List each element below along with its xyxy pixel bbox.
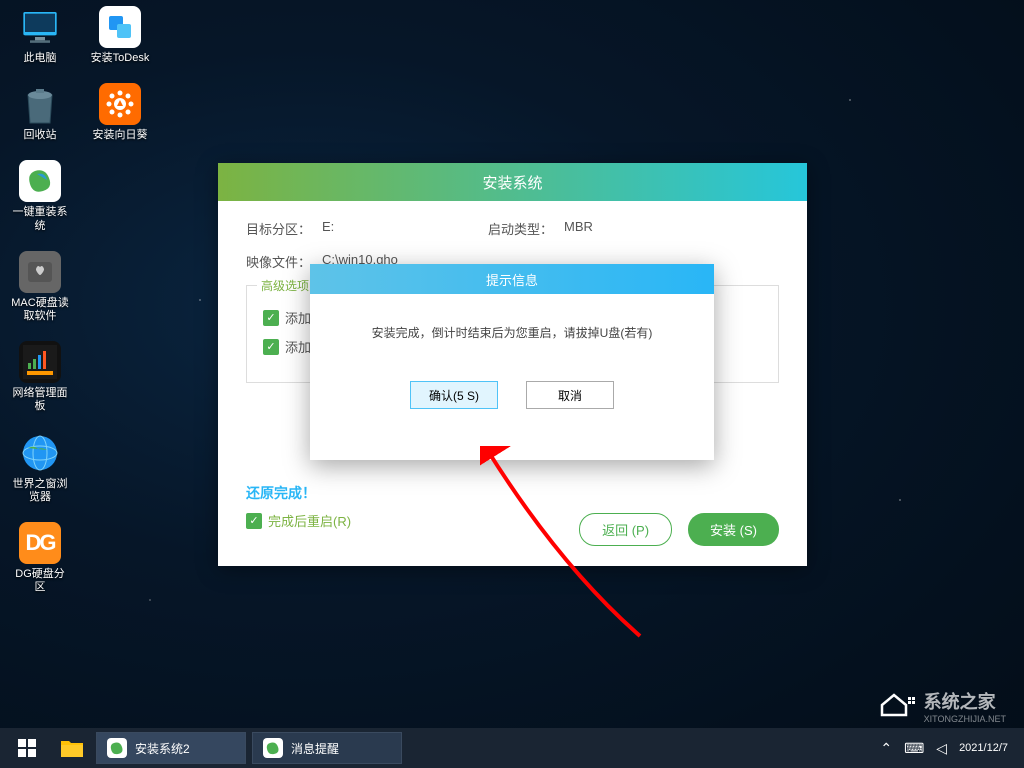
watermark-url: XITONGZHIJIA.NET — [924, 714, 1006, 724]
check-icon: ✓ — [263, 339, 279, 355]
icon-label: MAC硬盘读取软件 — [10, 297, 70, 323]
desktop-icon-grid: 此电脑 安装ToDesk 回收站 安装向日葵 — [10, 6, 150, 594]
network-icon — [19, 341, 61, 383]
cancel-button[interactable]: 取消 — [526, 381, 614, 409]
confirm-button[interactable]: 确认(5 S) — [410, 381, 498, 409]
chevron-left-icon[interactable]: ◁ — [936, 740, 947, 757]
taskbar-task-installer[interactable]: 安装系统2 — [96, 732, 246, 764]
advanced-legend: 高级选项 — [257, 277, 313, 294]
target-partition-label: 目标分区： — [246, 219, 316, 238]
installer-title: 安装系统 — [218, 163, 807, 201]
watermark-logo-icon — [880, 687, 916, 724]
desktop-icon-mac-disk[interactable]: MAC硬盘读取软件 — [10, 251, 70, 323]
icon-label: 安装向日葵 — [93, 129, 148, 142]
desktop-icon-dg[interactable]: DG DG硬盘分区 — [10, 522, 70, 594]
browser-icon — [19, 432, 61, 474]
taskbar: 安装系统2 消息提醒 ⌃ ⌨ ◁ 2021/12/7 — [0, 728, 1024, 768]
desktop-icon-todesk[interactable]: 安装ToDesk — [90, 6, 150, 65]
task-icon — [107, 738, 127, 758]
icon-label: 回收站 — [24, 129, 57, 142]
tray-date[interactable]: 2021/12/7 — [959, 742, 1008, 754]
task-label: 消息提醒 — [291, 740, 339, 757]
desktop-icon-network[interactable]: 网络管理面板 — [10, 341, 70, 413]
back-button[interactable]: 返回 (P) — [579, 513, 672, 546]
sunflower-icon — [99, 83, 141, 125]
pc-icon — [19, 6, 61, 48]
check-icon[interactable]: ✓ — [246, 513, 262, 529]
dg-icon: DG — [19, 522, 61, 564]
recycle-icon — [19, 83, 61, 125]
start-button[interactable] — [6, 731, 48, 765]
taskbar-task-message[interactable]: 消息提醒 — [252, 732, 402, 764]
icon-label: 一键重装系统 — [10, 206, 70, 232]
icon-label: 世界之窗浏览器 — [10, 478, 70, 504]
todesk-icon — [99, 6, 141, 48]
tray-up-icon[interactable]: ⌃ — [880, 740, 892, 757]
modal-message: 安装完成，倒计时结束后为您重启，请拔掉U盘(若有) — [330, 324, 694, 341]
image-file-label: 映像文件： — [246, 252, 316, 271]
install-button[interactable]: 安装 (S) — [688, 513, 779, 546]
system-tray: ⌃ ⌨ ◁ 2021/12/7 — [880, 740, 1018, 757]
check-icon: ✓ — [263, 310, 279, 326]
explorer-icon[interactable] — [54, 731, 90, 765]
prompt-modal: 提示信息 安装完成，倒计时结束后为您重启，请拔掉U盘(若有) 确认(5 S) 取… — [310, 264, 714, 460]
desktop-icon-world-browser[interactable]: 世界之窗浏览器 — [10, 432, 70, 504]
boot-type-label: 启动类型： — [488, 219, 558, 238]
watermark: 系统之家 XITONGZHIJIA.NET — [880, 687, 1006, 724]
icon-label: 安装ToDesk — [91, 52, 150, 65]
task-label: 安装系统2 — [135, 740, 190, 757]
boot-type-value: MBR — [564, 219, 593, 238]
desktop-icon-this-pc[interactable]: 此电脑 — [10, 6, 70, 65]
target-partition-value: E: — [322, 219, 422, 238]
icon-label: DG硬盘分区 — [10, 568, 70, 594]
restart-after-label: 完成后重启(R) — [268, 511, 351, 530]
task-icon — [263, 738, 283, 758]
mac-disk-icon — [19, 251, 61, 293]
desktop-icon-recycle[interactable]: 回收站 — [10, 83, 70, 142]
keyboard-icon[interactable]: ⌨ — [904, 740, 924, 757]
restore-done-text: 还原完成！ — [246, 483, 779, 503]
watermark-text: 系统之家 — [924, 688, 1006, 714]
modal-title: 提示信息 — [310, 264, 714, 294]
desktop-icon-sunflower[interactable]: 安装向日葵 — [90, 83, 150, 142]
reinstall-icon — [19, 160, 61, 202]
desktop-icon-reinstall[interactable]: 一键重装系统 — [10, 160, 70, 232]
icon-label: 网络管理面板 — [10, 387, 70, 413]
icon-label: 此电脑 — [24, 52, 57, 65]
